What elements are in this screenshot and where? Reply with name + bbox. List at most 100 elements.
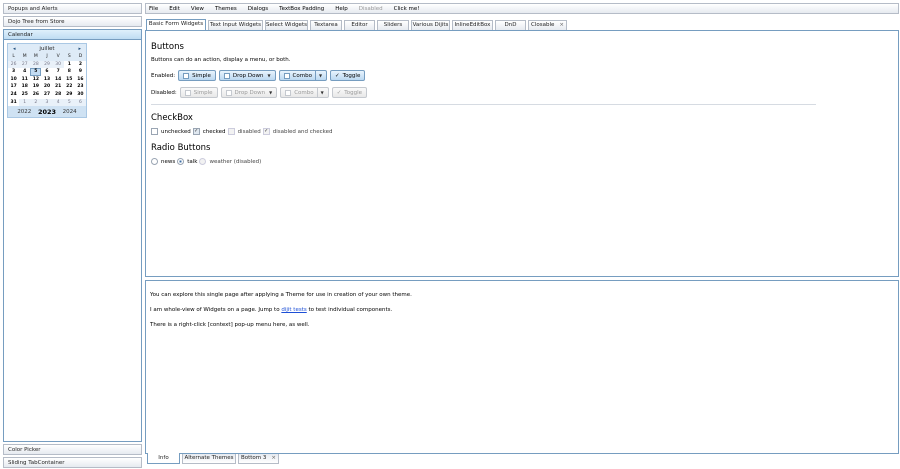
calendar-day[interactable]: 17	[8, 83, 20, 91]
tab-textarea[interactable]: Textarea	[310, 20, 342, 30]
calendar-day[interactable]: 28	[52, 90, 64, 99]
tab-closable[interactable]: Closable ×	[528, 20, 567, 30]
calendar-day[interactable]: 31	[8, 98, 20, 107]
calendar-day[interactable]: 9	[74, 68, 86, 76]
calendar-day[interactable]: 30	[52, 60, 64, 69]
simple-button-label: Simple	[192, 72, 211, 79]
menu-bar: File Edit View Themes Dialogs TextBox Pa…	[145, 3, 899, 14]
calendar-day[interactable]: 3	[8, 68, 20, 76]
accordion-pane-tree[interactable]: Dojo Tree from Store	[3, 16, 142, 27]
calendar-day[interactable]: 26	[30, 90, 42, 99]
calendar-day[interactable]: 23	[74, 83, 86, 91]
calendar-day[interactable]: 25	[19, 90, 31, 99]
info-line-2-post: to test individual components.	[306, 307, 393, 313]
tab-dnd[interactable]: DnD	[495, 20, 526, 30]
tab-text-input-widgets[interactable]: Text Input Widgets	[208, 20, 263, 30]
calendar-day[interactable]: 20	[41, 83, 53, 91]
radio-talk[interactable]	[177, 158, 185, 165]
calendar-day[interactable]: 2	[74, 60, 86, 69]
calendar-day[interactable]: 27	[19, 60, 31, 69]
menu-view[interactable]: View	[191, 6, 204, 12]
calendar-day[interactable]: 13	[41, 75, 53, 84]
calendar-day[interactable]: 12	[30, 75, 42, 84]
dropdown-button[interactable]: Drop Down ▼	[218, 70, 276, 81]
menu-click-me[interactable]: Click me!	[394, 6, 420, 12]
accordion-pane-color-picker[interactable]: Color Picker	[3, 444, 142, 455]
calendar-day[interactable]: 2	[30, 98, 42, 107]
info-line-2: I am whole-view of Widgets on a page. Ju…	[150, 307, 894, 313]
simple-button-label: Simple	[193, 89, 213, 96]
calendar-day[interactable]: 18	[19, 83, 31, 91]
menu-help[interactable]: Help	[335, 6, 348, 12]
menu-textbox-padding[interactable]: TextBox Padding	[279, 6, 324, 12]
calendar-day[interactable]: 4	[52, 98, 64, 107]
calendar-day[interactable]: 21	[52, 83, 64, 91]
buttons-description: Buttons can do an action, display a menu…	[151, 57, 291, 63]
combo-button[interactable]: Combo ▼	[278, 70, 328, 81]
calendar-prev-year[interactable]: 2022	[17, 109, 31, 115]
calendar-day[interactable]: 27	[41, 90, 53, 99]
checkbox-unchecked[interactable]	[151, 128, 158, 135]
calendar-day[interactable]: 15	[63, 75, 75, 84]
calendar-day[interactable]: 16	[74, 75, 86, 84]
basic-form-widgets-pane: Buttons Buttons can do an action, displa…	[145, 30, 899, 277]
tab-bottom-3[interactable]: Bottom 3 ×	[238, 454, 279, 464]
calendar-day[interactable]: 1	[19, 98, 31, 107]
menu-file[interactable]: File	[149, 6, 158, 12]
calendar-day[interactable]: 4	[19, 68, 31, 76]
calendar-day[interactable]: 7	[52, 68, 64, 76]
radio-news[interactable]	[151, 158, 158, 165]
tab-sliders[interactable]: Sliders	[377, 20, 409, 30]
calendar-day[interactable]: 5	[63, 98, 75, 107]
calendar-day[interactable]: 24	[8, 90, 20, 99]
simple-button-disabled: Simple	[179, 87, 218, 98]
menu-themes[interactable]: Themes	[215, 6, 237, 12]
calendar-day[interactable]: 30	[74, 90, 86, 99]
tab-alternate-themes[interactable]: Alternate Themes	[182, 454, 236, 464]
enabled-buttons-row: Enabled: Simple Drop Down ▼ Combo ▼ ✓ To…	[151, 70, 893, 81]
calendar-day[interactable]: 28	[30, 60, 42, 69]
dijit-tests-link[interactable]: dijit tests	[281, 307, 306, 313]
accordion-pane-sliding-tabs[interactable]: Sliding TabContainer	[3, 457, 142, 468]
calendar-day[interactable]: 8	[63, 68, 75, 76]
calendar-day[interactable]: 1	[63, 60, 75, 69]
page-icon	[223, 72, 230, 79]
tab-various-dijits[interactable]: Various Dijits	[411, 20, 450, 30]
tab-info[interactable]: Info	[147, 453, 180, 464]
calendar-day-header: M	[22, 54, 27, 59]
chevron-left-icon[interactable]: ◂	[13, 46, 16, 52]
simple-button[interactable]: Simple	[178, 70, 216, 81]
calendar-day[interactable]: 3	[41, 98, 53, 107]
close-icon[interactable]: ×	[559, 22, 564, 28]
calendar-day[interactable]: 29	[63, 90, 75, 99]
calendar-day[interactable]: 22	[63, 83, 75, 91]
menu-dialogs[interactable]: Dialogs	[248, 6, 268, 12]
calendar-day[interactable]: 26	[8, 60, 20, 69]
accordion-pane-calendar[interactable]: Calendar	[3, 29, 142, 40]
tab-inline-edit-box[interactable]: InlineEditBox	[452, 20, 493, 30]
top-tab-strip: Basic Form Widgets Text Input Widgets Se…	[145, 19, 899, 30]
tab-editor[interactable]: Editor	[344, 20, 375, 30]
calendar-month-label[interactable]: juillet	[39, 46, 54, 52]
checkbox-checked[interactable]: ✓	[192, 128, 200, 135]
calendar-day[interactable]: 11	[19, 75, 31, 84]
calendar-day[interactable]: 6	[74, 98, 86, 107]
toggle-button[interactable]: ✓ Toggle	[330, 70, 366, 81]
tab-select-widgets[interactable]: Select Widgets	[265, 20, 308, 30]
tab-bottom-3-label: Bottom 3	[240, 455, 267, 461]
chevron-down-icon[interactable]: ▼	[319, 73, 322, 78]
buttons-heading: Buttons	[151, 42, 184, 52]
calendar-day[interactable]: 19	[30, 83, 42, 91]
calendar-day[interactable]: 10	[8, 75, 20, 84]
calendar-next-year[interactable]: 2024	[63, 109, 77, 115]
tab-basic-form-widgets[interactable]: Basic Form Widgets	[146, 19, 206, 30]
calendar-day-selected[interactable]: 5	[30, 68, 42, 76]
close-icon[interactable]: ×	[271, 455, 276, 461]
calendar-day[interactable]: 14	[52, 75, 64, 84]
accordion-pane-popups[interactable]: Popups and Alerts	[3, 3, 142, 14]
chevron-right-icon[interactable]: ▸	[78, 46, 81, 52]
menu-edit[interactable]: Edit	[169, 6, 180, 12]
calendar-day[interactable]: 29	[41, 60, 53, 69]
calendar-grid: L M M J V S D 26 27 28 29 30 1 2 3 4 5 6…	[8, 53, 86, 107]
calendar-day[interactable]: 6	[41, 68, 53, 76]
